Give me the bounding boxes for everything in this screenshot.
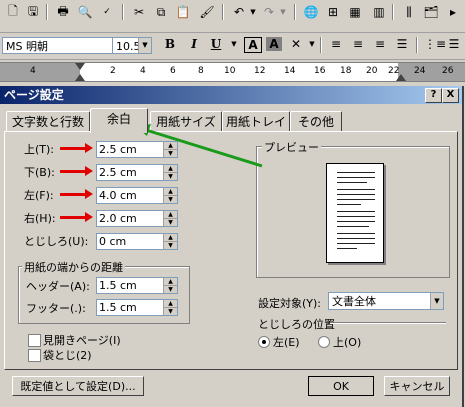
tab-margins[interactable]: 余白: [90, 108, 148, 133]
green-arrow-annotation: [136, 124, 263, 168]
green-arrow-line: [145, 128, 263, 168]
